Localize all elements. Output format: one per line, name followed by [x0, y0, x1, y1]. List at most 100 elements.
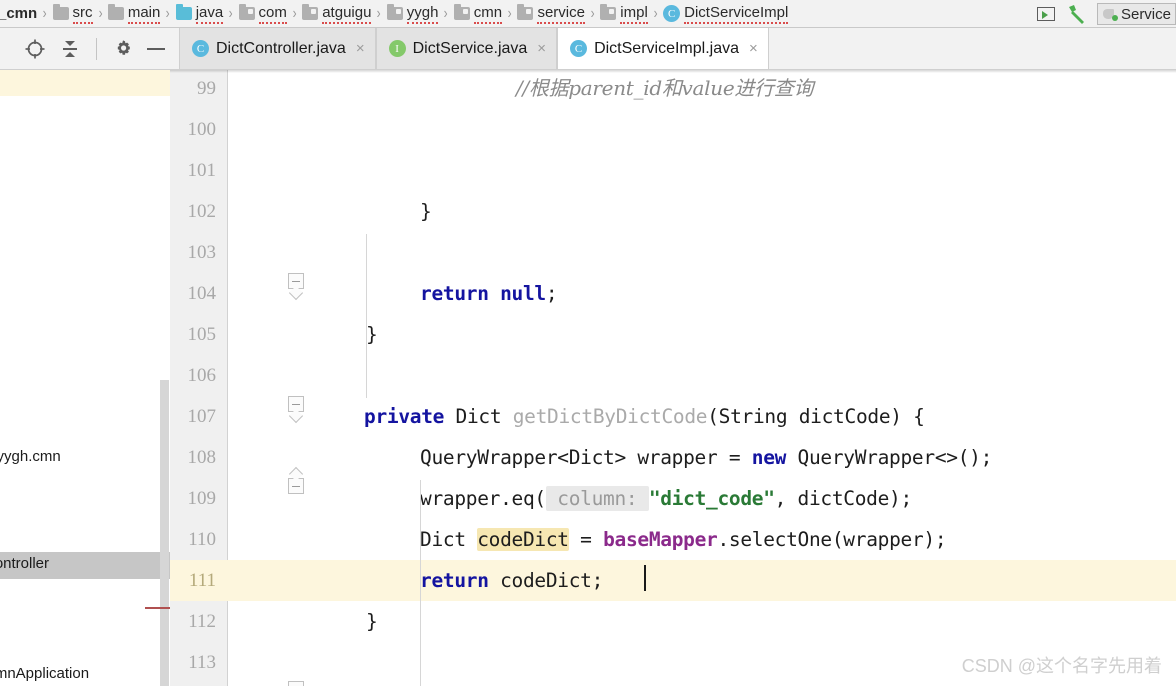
breadcrumb-item-module[interactable]: _cmn	[0, 0, 40, 28]
folder-java-icon	[175, 4, 192, 20]
collapse-all-icon[interactable]	[60, 39, 80, 59]
code-line-row[interactable]: 103	[170, 232, 1176, 273]
breadcrumb-separator: ›	[444, 4, 449, 22]
breadcrumb-item-impl[interactable]: impl	[597, 0, 651, 28]
main-toolbar-right: Service	[1036, 0, 1176, 28]
tab-dictservice[interactable]: I DictService.java ×	[375, 28, 558, 69]
tab-label: DictServiceImpl.java	[594, 39, 739, 57]
fold-marker-107[interactable]	[288, 466, 304, 494]
breadcrumb-item-cmn[interactable]: cmn	[451, 0, 505, 28]
code-text: return null;	[420, 282, 558, 305]
project-row-highlight	[0, 70, 170, 96]
interface-icon: I	[388, 40, 406, 57]
locate-in-tree-icon[interactable]	[24, 38, 46, 60]
line-number: 103	[187, 242, 217, 263]
code-line-row[interactable]: 111 return codeDict;	[170, 560, 1176, 601]
breadcrumb-label: impl	[620, 4, 648, 24]
package-icon	[238, 4, 255, 20]
breadcrumb-label: _cmn	[0, 5, 38, 22]
breadcrumb-label: DictServiceImpl	[684, 4, 789, 24]
indent-guide	[366, 234, 367, 398]
breadcrumb-label: cmn	[473, 4, 503, 24]
spring-boot-icon	[1102, 6, 1118, 22]
line-number: 101	[187, 160, 217, 181]
line-number: 110	[188, 529, 216, 550]
line-number: 100	[187, 119, 217, 140]
breadcrumb-item-main[interactable]: main	[105, 0, 164, 28]
breadcrumb-item-src[interactable]: src	[50, 0, 96, 28]
code-line-row[interactable]: 110 Dict codeDict = baseMapper.selectOne(…	[170, 519, 1176, 560]
code-line-row[interactable]: 99 //根据parent_id和value进行查询	[170, 70, 1176, 109]
project-item-package[interactable]: u.yygh.cmn	[0, 448, 61, 465]
tab-dictcontroller[interactable]: C DictController.java ×	[179, 28, 376, 69]
watermark: CSDN @这个名字先用着	[961, 656, 1162, 676]
fold-marker-102[interactable]	[288, 273, 304, 301]
line-number: 109	[187, 488, 217, 509]
project-item-application[interactable]: CmnApplication	[0, 665, 89, 682]
tab-list: C DictController.java × I DictService.ja…	[179, 28, 769, 69]
breadcrumb-item-java[interactable]: java	[173, 0, 227, 28]
close-icon[interactable]: ×	[356, 40, 365, 57]
hide-panel-icon[interactable]	[147, 47, 165, 50]
fold-marker-112[interactable]	[288, 681, 304, 686]
class-icon: C	[192, 40, 209, 57]
package-icon	[600, 4, 617, 20]
breadcrumb-item-class[interactable]: C DictServiceImpl	[660, 0, 791, 28]
code-text: }	[366, 610, 378, 633]
breadcrumb-separator: ›	[228, 4, 233, 22]
close-icon[interactable]: ×	[749, 40, 758, 57]
line-number: 107	[187, 406, 217, 427]
line-number: 111	[188, 570, 216, 591]
error-stripe-mark	[145, 607, 170, 609]
code-line-row[interactable]: 108 QueryWrapper<Dict> wrapper = new Quer…	[170, 437, 1176, 478]
package-icon	[453, 4, 470, 20]
code-line-row[interactable]: 106	[170, 355, 1176, 396]
code-line-row[interactable]: 100	[170, 109, 1176, 150]
breadcrumb-separator: ›	[590, 4, 595, 22]
code-text: return codeDict;	[420, 569, 604, 592]
project-scrollbar[interactable]	[160, 380, 169, 686]
breadcrumb-label: yygh	[406, 4, 439, 24]
fold-marker-105[interactable]	[288, 396, 304, 424]
breadcrumb-item-yygh[interactable]: yygh	[384, 0, 442, 28]
code-line-row[interactable]: 107 private Dict getDictByDictCode(String…	[170, 396, 1176, 437]
hammer-build-icon[interactable]	[1065, 3, 1087, 25]
code-text: wrapper.eq( column: "dict_code", dictCod…	[420, 486, 912, 511]
line-number: 105	[187, 324, 217, 345]
indent-guide	[420, 480, 421, 686]
tab-label: DictController.java	[216, 39, 346, 57]
line-number: 106	[187, 365, 217, 386]
tab-label: DictService.java	[412, 39, 528, 57]
breadcrumb-item-com[interactable]: com	[236, 0, 290, 28]
code-line-row[interactable]: 112}	[170, 601, 1176, 642]
code-text: Dict codeDict = baseMapper.selectOne(wra…	[420, 528, 947, 551]
breadcrumb-item-atguigu[interactable]: atguigu	[299, 0, 374, 28]
code-line-row[interactable]: 101	[170, 150, 1176, 191]
breadcrumb-separator: ›	[507, 4, 512, 22]
code-line-row[interactable]: 104 return null;	[170, 273, 1176, 314]
breadcrumb-label: java	[195, 4, 224, 24]
text-caret	[644, 565, 646, 591]
breadcrumb-label: src	[72, 4, 93, 24]
code-line-row[interactable]: 102}	[170, 191, 1176, 232]
breadcrumb: _cmn › src › main › java › com › atguigu…	[0, 0, 1176, 28]
code-line-row[interactable]: 105}	[170, 314, 1176, 355]
breadcrumb-label: service	[537, 4, 585, 24]
breadcrumb-item-service[interactable]: service	[514, 0, 588, 28]
code-editor[interactable]: 99 //根据parent_id和value进行查询 100 101 102} 103 10…	[170, 70, 1176, 686]
code-text: }	[420, 200, 432, 223]
run-configuration-selector[interactable]: Service	[1096, 3, 1176, 25]
settings-gear-icon[interactable]	[113, 39, 133, 59]
breadcrumb-separator: ›	[98, 4, 103, 22]
code-line-row[interactable]: 109 wrapper.eq( column: "dict_code", dict…	[170, 478, 1176, 519]
code-text: private Dict getDictByDictCode(String di…	[364, 405, 925, 428]
code-text: //根据parent_id和value进行查询	[516, 76, 814, 100]
line-number: 112	[188, 611, 216, 632]
close-icon[interactable]: ×	[537, 40, 546, 57]
tab-dictserviceimpl[interactable]: C DictServiceImpl.java ×	[557, 28, 769, 69]
breadcrumb-separator: ›	[42, 4, 47, 22]
breadcrumb-separator: ›	[292, 4, 297, 22]
run-window-icon[interactable]	[1036, 7, 1055, 21]
project-item-controller[interactable]: Controller	[0, 555, 49, 572]
package-icon	[386, 4, 403, 20]
